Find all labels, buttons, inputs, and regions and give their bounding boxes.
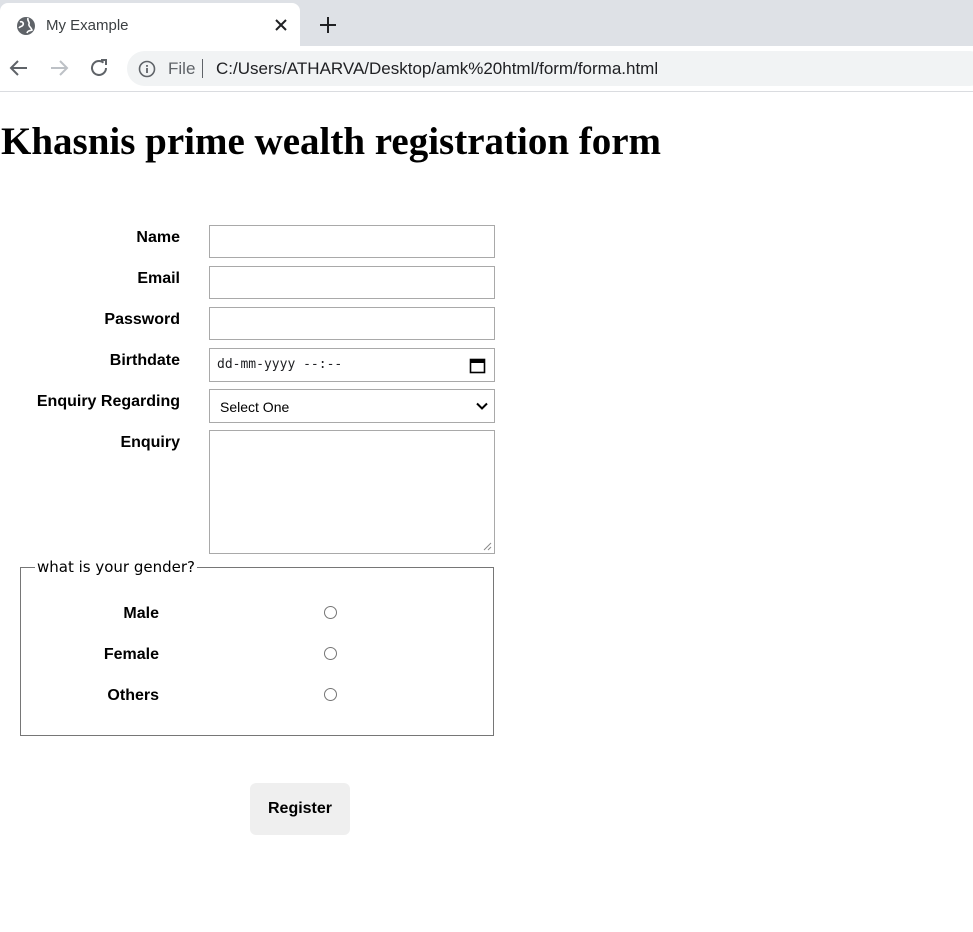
birthdate-placeholder: dd-mm-yyyy --:-- bbox=[217, 357, 343, 372]
email-input[interactable] bbox=[209, 266, 495, 299]
browser-tab-active[interactable]: My Example bbox=[0, 3, 300, 46]
register-button[interactable]: Register bbox=[250, 783, 350, 835]
name-label: Name bbox=[136, 229, 180, 246]
plus-icon[interactable] bbox=[316, 13, 340, 37]
select-value: Select One bbox=[220, 399, 290, 415]
male-label: Male bbox=[123, 605, 159, 622]
tab-strip: My Example bbox=[0, 0, 973, 46]
close-icon[interactable] bbox=[271, 15, 291, 35]
reload-icon[interactable] bbox=[87, 56, 111, 80]
scheme-label: File bbox=[168, 59, 196, 78]
chevron-down-icon bbox=[476, 402, 488, 410]
name-input[interactable] bbox=[209, 225, 495, 258]
enquiry-regarding-select[interactable]: Select One bbox=[209, 389, 495, 423]
browser-toolbar: File C:/Users/ATHARVA/Desktop/amk%20html… bbox=[0, 46, 973, 92]
resize-handle-icon[interactable] bbox=[482, 541, 492, 551]
address-bar[interactable]: File C:/Users/ATHARVA/Desktop/amk%20html… bbox=[127, 51, 973, 86]
enquiry-label: Enquiry bbox=[120, 434, 180, 451]
female-label: Female bbox=[103, 646, 159, 663]
female-radio[interactable] bbox=[324, 647, 337, 660]
others-radio[interactable] bbox=[324, 688, 337, 701]
back-arrow-icon[interactable] bbox=[7, 56, 31, 80]
info-icon[interactable] bbox=[138, 60, 156, 78]
gender-fieldset bbox=[20, 567, 494, 736]
gender-legend: what is your gender? bbox=[35, 557, 197, 577]
address-separator bbox=[202, 59, 203, 78]
globe-icon bbox=[17, 17, 35, 35]
others-label: Others bbox=[107, 687, 159, 704]
page-title: Khasnis prime wealth registration form bbox=[1, 120, 662, 163]
enquiry-regarding-label: Enquiry Regarding bbox=[36, 393, 180, 410]
enquiry-textarea[interactable] bbox=[209, 430, 495, 554]
birthdate-input[interactable]: dd-mm-yyyy --:-- bbox=[209, 348, 495, 382]
password-input[interactable] bbox=[209, 307, 495, 340]
forward-arrow-icon[interactable] bbox=[47, 56, 71, 80]
birthdate-label: Birthdate bbox=[109, 352, 180, 369]
url-text[interactable]: C:/Users/ATHARVA/Desktop/amk%20html/form… bbox=[216, 59, 658, 79]
tab-title: My Example bbox=[46, 17, 129, 34]
male-radio[interactable] bbox=[324, 606, 337, 619]
password-label: Password bbox=[104, 311, 180, 328]
email-label: Email bbox=[137, 270, 180, 287]
calendar-icon[interactable] bbox=[469, 357, 486, 374]
